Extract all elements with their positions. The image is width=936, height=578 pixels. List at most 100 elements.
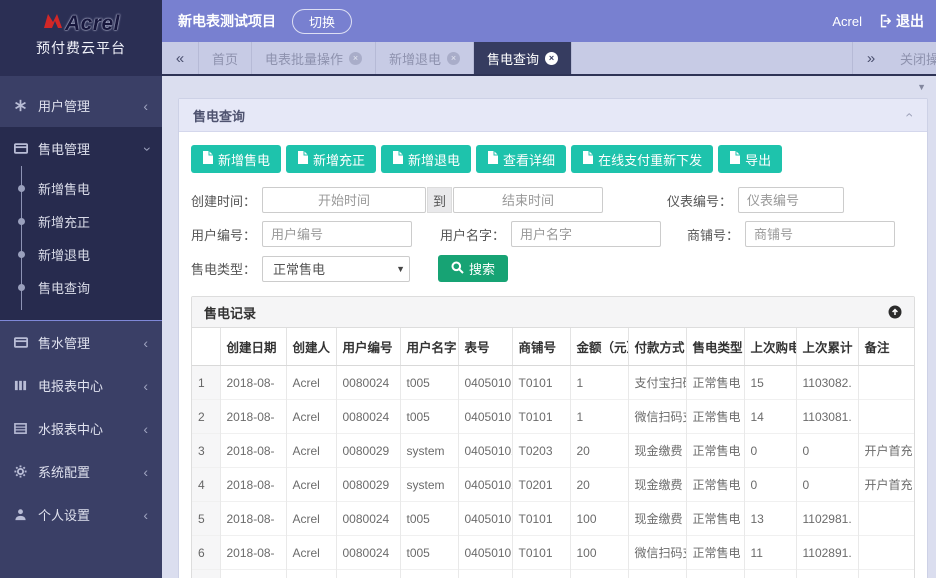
column-header: 商铺号 <box>512 328 570 366</box>
new-refund-button[interactable]: 新增退电 <box>381 145 471 173</box>
table-row[interactable]: 12018-08-Acrel0080024t00504050101T01011支… <box>192 366 914 400</box>
close-tab-icon[interactable]: × <box>545 52 558 65</box>
table-cell: T0101 <box>512 366 570 400</box>
table-cell: 100 <box>570 502 628 536</box>
end-time-input[interactable] <box>453 187 603 213</box>
sidebar-item-water-sale-management[interactable]: 售水管理‹ <box>0 321 162 364</box>
column-header: 用户名字 <box>400 328 458 366</box>
sidebar-subitem-new-recharge-correction[interactable]: 新增充正 <box>0 205 162 238</box>
table-cell: T0101 <box>512 570 570 578</box>
tab-meter-batch-ops[interactable]: 电表批量操作× <box>252 42 376 74</box>
export-button[interactable]: 导出 <box>718 145 782 173</box>
tabs-scroll-right-icon[interactable]: » <box>852 42 889 74</box>
table-cell: 2018-08- <box>220 536 286 570</box>
table-cell: t005 <box>400 400 458 434</box>
tabs: 首页电表批量操作×新增退电×售电查询× <box>199 42 572 74</box>
sidebar-item-label: 系统配置 <box>38 462 90 481</box>
user-name-input[interactable] <box>511 221 661 247</box>
tab-new-refund[interactable]: 新增退电× <box>376 42 474 74</box>
table-row[interactable]: 52018-08-Acrel0080024t00504050101T010110… <box>192 502 914 536</box>
button-label: 在线支付重新下发 <box>598 150 702 169</box>
panel-title: 售电查询 <box>193 106 245 125</box>
new-sale-button[interactable]: 新增售电 <box>191 145 281 173</box>
close-tab-icon[interactable]: × <box>447 52 460 65</box>
meter-no-input[interactable] <box>738 187 844 213</box>
caret-down-icon[interactable]: ▼ <box>917 82 926 92</box>
sidebar-subitem-new-refund[interactable]: 新增退电 <box>0 238 162 271</box>
tabs-scroll-left-icon[interactable]: « <box>162 42 199 74</box>
user-no-input[interactable] <box>262 221 412 247</box>
column-header: 付款方式 <box>628 328 686 366</box>
user-icon <box>14 508 28 522</box>
tab-sale-query[interactable]: 售电查询× <box>474 42 572 74</box>
close-tab-icon[interactable]: × <box>349 52 362 65</box>
table-row[interactable]: 42018-08-Acrel0080029system04050102T0201… <box>192 468 914 502</box>
arrow-circle-up-icon[interactable] <box>888 305 902 319</box>
close-operations-button[interactable]: 关闭操作 <box>889 42 936 74</box>
column-header: 上次累计 <box>796 328 858 366</box>
sale-query-panel: 售电查询 ‹ 新增售电新增充正新增退电查看详细在线支付重新下发导出 创建时间： … <box>178 98 928 578</box>
sidebar-item-system-config[interactable]: 系统配置‹ <box>0 450 162 493</box>
start-time-input[interactable] <box>262 187 426 213</box>
sidebar-subitem-new-sale[interactable]: 新增售电 <box>0 172 162 205</box>
table-cell: T0101 <box>512 400 570 434</box>
table-cell: 正常售电 <box>686 366 744 400</box>
switch-project-button[interactable]: 切换 <box>292 9 352 34</box>
table-cell: 2018-08- <box>220 400 286 434</box>
logout-icon <box>876 14 891 28</box>
page-icon <box>202 151 213 167</box>
sidebar-item-personal-settings[interactable]: 个人设置‹ <box>0 493 162 536</box>
table-cell: 0080024 <box>336 366 400 400</box>
table-cell: 0080024 <box>336 536 400 570</box>
view-detail-button[interactable]: 查看详细 <box>476 145 566 173</box>
sidebar-item-water-report-center[interactable]: 水报表中心‹ <box>0 407 162 450</box>
sidebar-item-electric-sale-management[interactable]: 售电管理‹ <box>0 127 162 170</box>
table-cell: 5 <box>192 502 220 536</box>
table-cell: 微信扫码支付 <box>628 536 686 570</box>
search-button[interactable]: 搜索 <box>438 255 508 282</box>
sidebar-subitem-sale-query[interactable]: 售电查询 <box>0 271 162 304</box>
tabbar-spacer <box>572 42 852 74</box>
shop-no-input[interactable] <box>745 221 895 247</box>
acrel-logo-icon <box>42 11 64 36</box>
table-cell: t005 <box>400 502 458 536</box>
collapse-panel-icon[interactable]: ‹ <box>903 113 919 118</box>
table-cell: 0 <box>796 434 858 468</box>
sidebar-item-user-management[interactable]: 用户管理‹ <box>0 84 162 127</box>
brand-name: Acrel <box>65 12 120 36</box>
table-cell: 3 <box>192 434 220 468</box>
sale-type-select[interactable]: 正常售电 ▼ <box>262 256 410 282</box>
tab-home[interactable]: 首页 <box>199 42 252 74</box>
table-cell: 13 <box>744 502 796 536</box>
table-cell: Acrel <box>286 536 336 570</box>
sale-type-label: 售电类型： <box>191 259 256 278</box>
table-cell: 0 <box>744 434 796 468</box>
table-row[interactable]: 22018-08-Acrel0080024t00504050101T01011微… <box>192 400 914 434</box>
table-cell: 正常售电 <box>686 468 744 502</box>
chevron-left-icon: ‹ <box>143 336 148 350</box>
column-header: 创建日期 <box>220 328 286 366</box>
table-row[interactable]: 62018-08-Acrel0080024t00504050101T010110… <box>192 536 914 570</box>
table-cell: Acrel <box>286 400 336 434</box>
app-window: Acrel 预付费云平台 用户管理‹售电管理‹新增售电新增充正新增退电售电查询售… <box>0 0 936 578</box>
button-label: 新增退电 <box>408 150 460 169</box>
new-recharge-correction-button[interactable]: 新增充正 <box>286 145 376 173</box>
online-pay-resend-button[interactable]: 在线支付重新下发 <box>571 145 713 173</box>
table-cell: 2 <box>192 400 220 434</box>
logout-button[interactable]: 退出 <box>896 11 924 31</box>
sidebar-item-electric-report-center[interactable]: 电报表中心‹ <box>0 364 162 407</box>
table-cell: 0080024 <box>336 570 400 578</box>
button-label: 导出 <box>745 150 771 169</box>
table-row[interactable]: 72018-08-Acrel0080024t00504050101T010110… <box>192 570 914 578</box>
table-row[interactable]: 32018-08-Acrel0080029system04050102T0203… <box>192 434 914 468</box>
table-cell: Acrel <box>286 434 336 468</box>
chevron-left-icon: ‹ <box>143 422 148 436</box>
table-cell: 2018-08- <box>220 570 286 578</box>
username: Acrel <box>832 14 862 29</box>
column-header: 金额（元） <box>570 328 628 366</box>
asterisk-icon <box>14 99 28 113</box>
column-header: 表号 <box>458 328 512 366</box>
shop-no-label: 商铺号： <box>687 225 739 244</box>
table-cell: 正常售电 <box>686 434 744 468</box>
column-header: 创建人 <box>286 328 336 366</box>
